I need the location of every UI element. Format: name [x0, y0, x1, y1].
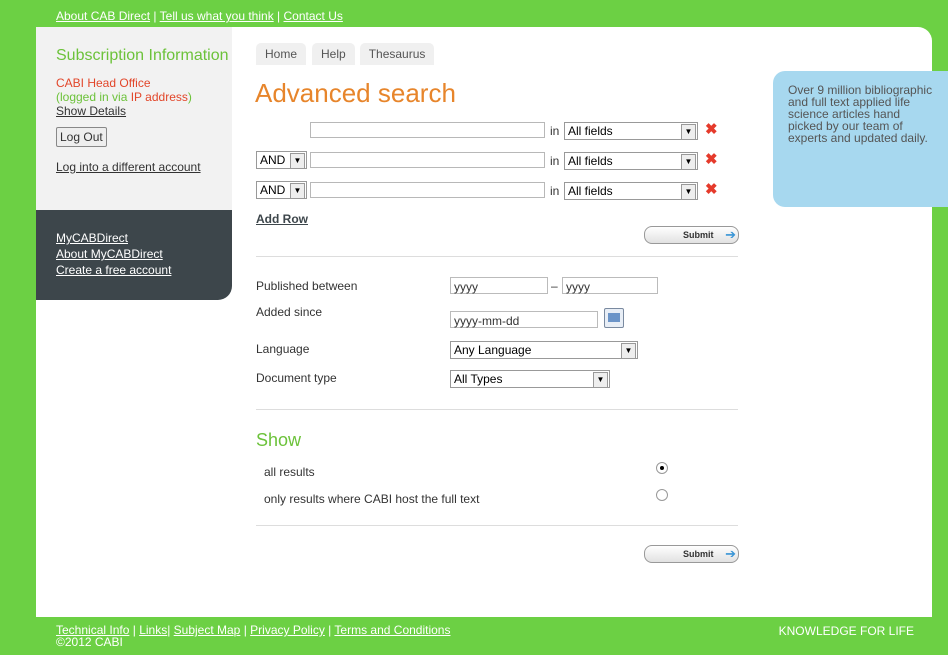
- login-status-suffix: ): [187, 90, 192, 104]
- show-details-link[interactable]: Show Details: [56, 104, 232, 118]
- subject-map-link[interactable]: Subject Map: [174, 623, 241, 637]
- about-mycabdirect-link[interactable]: About MyCABDirect: [56, 246, 232, 262]
- language-select[interactable]: Any Language ▼: [450, 341, 638, 359]
- field-select-3[interactable]: All fields ▼: [564, 182, 698, 200]
- tab-home[interactable]: Home: [256, 43, 307, 65]
- login-method: IP address: [130, 90, 188, 104]
- search-term-input-1[interactable]: [310, 122, 545, 138]
- search-term-input-2[interactable]: [310, 152, 545, 168]
- terms-link[interactable]: Terms and Conditions: [334, 623, 450, 637]
- in-label: in: [550, 184, 560, 198]
- login-status: (logged in via IP address): [56, 90, 232, 104]
- add-row-link[interactable]: Add Row: [256, 212, 308, 226]
- field-select-value: All fields: [568, 124, 613, 138]
- range-dash: –: [551, 279, 558, 293]
- document-type-select-value: All Types: [454, 372, 503, 386]
- chevron-down-icon: ▼: [593, 372, 608, 388]
- subscription-panel: Subscription Information CABI Head Offic…: [36, 27, 232, 210]
- added-since-input[interactable]: yyyy-mm-dd: [450, 311, 598, 328]
- contact-us-link[interactable]: Contact Us: [284, 9, 343, 23]
- submit-label: Submit: [683, 549, 714, 559]
- chevron-down-icon: ▼: [621, 343, 636, 359]
- login-status-prefix: (logged in via: [56, 90, 131, 104]
- in-label: in: [550, 154, 560, 168]
- calendar-icon[interactable]: [604, 308, 624, 328]
- links-link[interactable]: Links: [139, 623, 167, 637]
- added-since-label: Added since: [256, 305, 323, 319]
- separator: |: [277, 9, 281, 23]
- separator: |: [153, 9, 157, 23]
- tab-help[interactable]: Help: [312, 43, 355, 65]
- chevron-down-icon: ▼: [290, 153, 305, 169]
- delete-row-icon[interactable]: ✖: [705, 152, 718, 167]
- submit-button-bottom[interactable]: Submit ➔: [644, 545, 739, 563]
- subscription-title: Subscription Information: [56, 47, 229, 64]
- chevron-down-icon: ▼: [681, 184, 696, 200]
- different-account-link[interactable]: Log into a different account: [56, 160, 232, 174]
- all-results-radio[interactable]: [656, 462, 668, 474]
- all-results-label: all results: [264, 465, 315, 479]
- organization-name: CABI Head Office: [56, 76, 151, 90]
- search-term-input-3[interactable]: [310, 182, 545, 198]
- log-out-button[interactable]: Log Out: [56, 127, 107, 147]
- language-label: Language: [256, 342, 310, 356]
- top-nav: About CAB Direct | Tell us what you thin…: [56, 9, 343, 23]
- promo-box: Over 9 million bibliographic and full te…: [773, 71, 948, 207]
- chevron-down-icon: ▼: [681, 154, 696, 170]
- published-to-input[interactable]: yyyy: [562, 277, 658, 294]
- sidebar: Subscription Information CABI Head Offic…: [36, 27, 232, 300]
- create-account-link[interactable]: Create a free account: [56, 262, 232, 278]
- published-label: Published between: [256, 279, 358, 293]
- language-select-value: Any Language: [454, 343, 532, 357]
- feedback-link[interactable]: Tell us what you think: [160, 9, 274, 23]
- submit-label: Submit: [683, 230, 714, 240]
- chevron-down-icon: ▼: [681, 124, 696, 140]
- mycabdirect-link[interactable]: MyCABDirect: [56, 230, 232, 246]
- field-select-value: All fields: [568, 184, 613, 198]
- page-title: Advanced search: [255, 78, 456, 108]
- divider: [256, 409, 738, 410]
- show-heading: Show: [256, 430, 302, 450]
- tab-thesaurus[interactable]: Thesaurus: [359, 43, 435, 65]
- arrow-right-icon: ➔: [725, 227, 736, 242]
- copyright: ©2012 CABI: [56, 635, 123, 649]
- document-type-label: Document type: [256, 371, 337, 385]
- full-text-results-radio[interactable]: [656, 489, 668, 501]
- arrow-right-icon: ➔: [725, 546, 736, 561]
- divider: [256, 525, 738, 526]
- privacy-policy-link[interactable]: Privacy Policy: [250, 623, 325, 637]
- submit-button-top[interactable]: Submit ➔: [644, 226, 739, 244]
- operator-select-value: AND: [260, 153, 286, 167]
- operator-select-2[interactable]: AND ▼: [256, 151, 307, 169]
- tagline: KNOWLEDGE FOR LIFE: [778, 624, 914, 638]
- field-select-2[interactable]: All fields ▼: [564, 152, 698, 170]
- delete-row-icon[interactable]: ✖: [705, 122, 718, 137]
- delete-row-icon[interactable]: ✖: [705, 182, 718, 197]
- full-text-results-label: only results where CABI host the full te…: [264, 492, 480, 506]
- about-cab-direct-link[interactable]: About CAB Direct: [56, 9, 150, 23]
- field-select-1[interactable]: All fields ▼: [564, 122, 698, 140]
- chevron-down-icon: ▼: [290, 183, 305, 199]
- operator-select-3[interactable]: AND ▼: [256, 181, 307, 199]
- document-type-select[interactable]: All Types ▼: [450, 370, 610, 388]
- divider: [256, 256, 738, 257]
- main-tabs: Home Help Thesaurus: [256, 43, 439, 65]
- footer: Technical Info | Links| Subject Map | Pr…: [56, 623, 451, 649]
- mycabdirect-panel: MyCABDirect About MyCABDirect Create a f…: [36, 210, 232, 300]
- in-label: in: [550, 124, 560, 138]
- operator-select-value: AND: [260, 183, 286, 197]
- field-select-value: All fields: [568, 154, 613, 168]
- published-from-input[interactable]: yyyy: [450, 277, 548, 294]
